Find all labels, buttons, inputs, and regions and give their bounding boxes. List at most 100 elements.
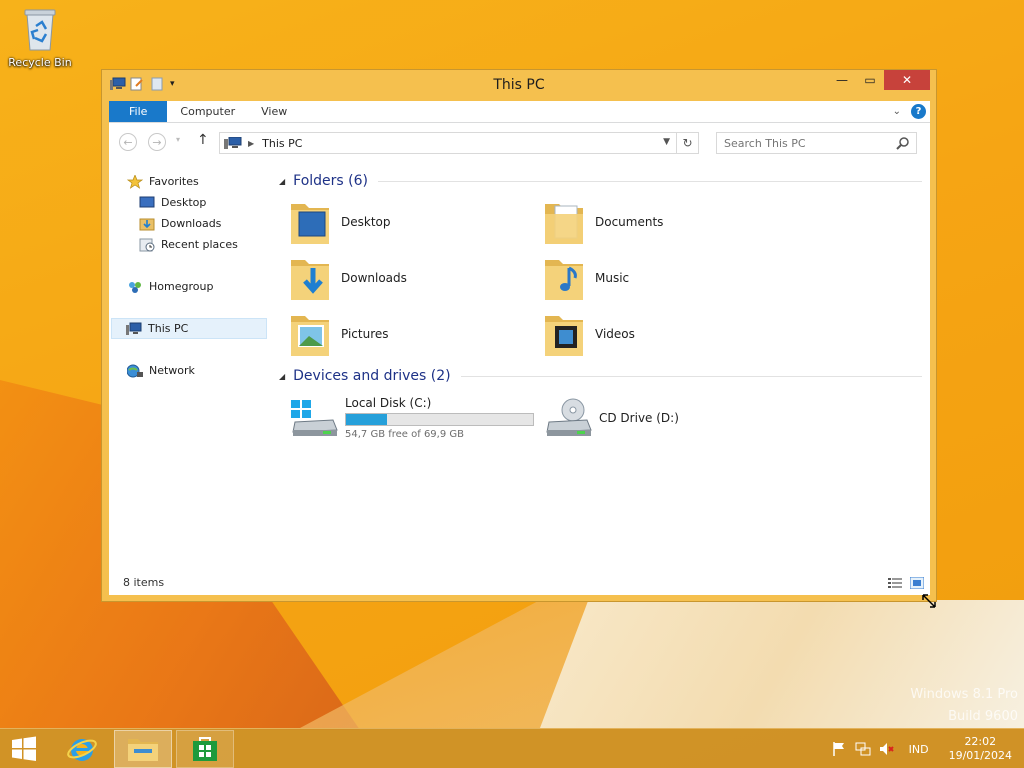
windows-watermark: Windows 8.1 Pro Build 9600 <box>910 684 1018 728</box>
drive-c-info: Local Disk (C:) 54,7 GB free of 69,9 GB <box>345 396 534 440</box>
recycle-bin-desktop-icon[interactable]: Recycle Bin <box>6 6 74 69</box>
collapse-triangle-icon[interactable]: ◢ <box>279 372 285 381</box>
nav-recent-places-label: Recent places <box>161 238 238 251</box>
help-icon[interactable]: ? <box>911 104 926 119</box>
back-button[interactable]: ← <box>119 133 137 151</box>
volume-muted-icon[interactable] <box>879 741 895 757</box>
breadcrumb-separator-icon[interactable]: ▶ <box>248 139 254 148</box>
large-icons-view-icon[interactable] <box>909 576 925 590</box>
group-divider <box>460 375 922 377</box>
title-bar[interactable]: ▾ This PC — ▭ ✕ <box>102 70 936 100</box>
clock-date: 19/01/2024 <box>948 749 1012 762</box>
folder-music[interactable]: Music <box>543 253 629 303</box>
recycle-bin-icon <box>22 6 58 52</box>
nav-homegroup[interactable]: Homegroup <box>127 276 213 297</box>
drive-d-info: CD Drive (D:) <box>599 411 679 425</box>
folder-label: Documents <box>595 215 664 229</box>
view-toggle-buttons <box>888 576 925 590</box>
search-input[interactable] <box>717 133 887 153</box>
folders-group-header[interactable]: ◢ Folders (6) <box>277 171 922 191</box>
nav-desktop[interactable]: Desktop <box>139 192 206 213</box>
drive-local-disk-c[interactable]: Local Disk (C:) 54,7 GB free of 69,9 GB <box>289 393 534 443</box>
input-language-indicator[interactable]: IND <box>909 743 929 756</box>
internet-explorer-icon <box>67 739 97 761</box>
videos-folder-icon <box>543 310 585 358</box>
desktop-icon <box>139 196 155 210</box>
taskbar-file-explorer[interactable] <box>114 730 172 768</box>
recent-places-icon <box>139 238 155 252</box>
address-dropdown-icon[interactable]: ▼ <box>663 137 670 147</box>
taskbar-windows-store[interactable] <box>176 730 234 768</box>
windows-logo-icon <box>12 736 36 761</box>
start-button[interactable] <box>0 730 48 768</box>
drive-c-usage-fill <box>346 414 387 425</box>
folder-documents[interactable]: Documents <box>543 197 663 247</box>
explorer-window: ▾ This PC — ▭ ✕ File Computer View ⌄ ? ←… <box>101 69 937 602</box>
downloads-folder-icon <box>289 254 331 302</box>
drive-d-name: CD Drive (D:) <box>599 411 679 425</box>
folder-videos[interactable]: Videos <box>543 309 635 359</box>
this-pc-icon <box>126 322 142 336</box>
drive-c-name: Local Disk (C:) <box>345 396 432 410</box>
recycle-bin-label: Recycle Bin <box>8 56 72 69</box>
collapse-triangle-icon[interactable]: ◢ <box>279 177 285 186</box>
watermark-edition: Windows 8.1 Pro <box>910 687 1018 702</box>
folder-downloads[interactable]: Downloads <box>289 253 407 303</box>
tab-computer[interactable]: Computer <box>167 101 248 122</box>
windows-drive-icon <box>289 398 339 438</box>
folder-label: Downloads <box>341 271 407 285</box>
nav-homegroup-label: Homegroup <box>149 280 214 293</box>
navigation-bar: ← → ▾ ↑ ▶ This PC ▼ ↻ <box>109 123 930 159</box>
folders-group-title: Folders (6) <box>293 173 368 189</box>
window-title: This PC <box>493 77 545 93</box>
search-box <box>716 132 917 154</box>
homegroup-icon <box>127 280 143 294</box>
refresh-button[interactable]: ↻ <box>676 133 698 153</box>
forward-button[interactable]: → <box>148 133 166 151</box>
group-divider <box>378 180 922 182</box>
devices-group-header[interactable]: ◢ Devices and drives (2) <box>277 366 922 386</box>
up-button[interactable]: ↑ <box>197 132 209 148</box>
maximize-button[interactable]: ▭ <box>856 70 884 90</box>
taskbar-internet-explorer[interactable] <box>58 730 106 768</box>
star-icon <box>126 173 144 189</box>
drive-cd-d[interactable]: CD Drive (D:) <box>543 393 679 443</box>
nav-favorites[interactable]: Favorites <box>126 171 199 192</box>
tab-file[interactable]: File <box>109 101 168 122</box>
desktop-folder-icon <box>289 198 331 246</box>
folder-desktop[interactable]: Desktop <box>289 197 391 247</box>
recent-locations-chevron-icon[interactable]: ▾ <box>176 135 180 144</box>
folder-pictures[interactable]: Pictures <box>289 309 389 359</box>
system-tray: IND 22:02 19/01/2024 <box>831 729 1024 768</box>
taskbar-clock[interactable]: 22:02 19/01/2024 <box>949 735 1012 763</box>
window-controls: — ▭ ✕ <box>828 70 930 90</box>
network-icon <box>126 364 143 378</box>
pictures-folder-icon <box>289 310 331 358</box>
nav-recent-places[interactable]: Recent places <box>139 234 238 255</box>
network-tray-icon[interactable] <box>855 741 871 757</box>
nav-this-pc[interactable]: This PC <box>111 318 267 339</box>
music-folder-icon <box>543 254 585 302</box>
minimize-button[interactable]: — <box>828 70 856 90</box>
watermark-build: Build 9600 <box>948 709 1018 724</box>
nav-network[interactable]: Network <box>126 360 195 381</box>
tab-view[interactable]: View <box>248 101 300 122</box>
expand-ribbon-chevron-icon[interactable]: ⌄ <box>893 106 901 117</box>
explorer-body: File Computer View ⌄ ? ← → ▾ ↑ ▶ This PC… <box>109 101 930 595</box>
search-icon[interactable] <box>896 136 910 150</box>
address-pc-icon <box>224 136 242 149</box>
address-bar[interactable]: ▶ This PC ▼ ↻ <box>219 132 699 154</box>
status-item-count: 8 items <box>123 576 165 589</box>
breadcrumb-this-pc[interactable]: This PC <box>262 137 302 150</box>
action-center-flag-icon[interactable] <box>831 741 847 757</box>
file-explorer-icon <box>128 739 158 761</box>
cd-drive-icon <box>543 398 593 438</box>
ribbon-tabs: File Computer View ⌄ ? <box>109 101 930 123</box>
nav-network-label: Network <box>149 364 195 377</box>
store-icon <box>193 737 217 761</box>
details-view-icon[interactable] <box>888 577 902 589</box>
documents-folder-icon <box>543 198 585 246</box>
nav-downloads-label: Downloads <box>161 217 222 230</box>
nav-downloads[interactable]: Downloads <box>139 213 221 234</box>
close-button[interactable]: ✕ <box>884 70 930 90</box>
